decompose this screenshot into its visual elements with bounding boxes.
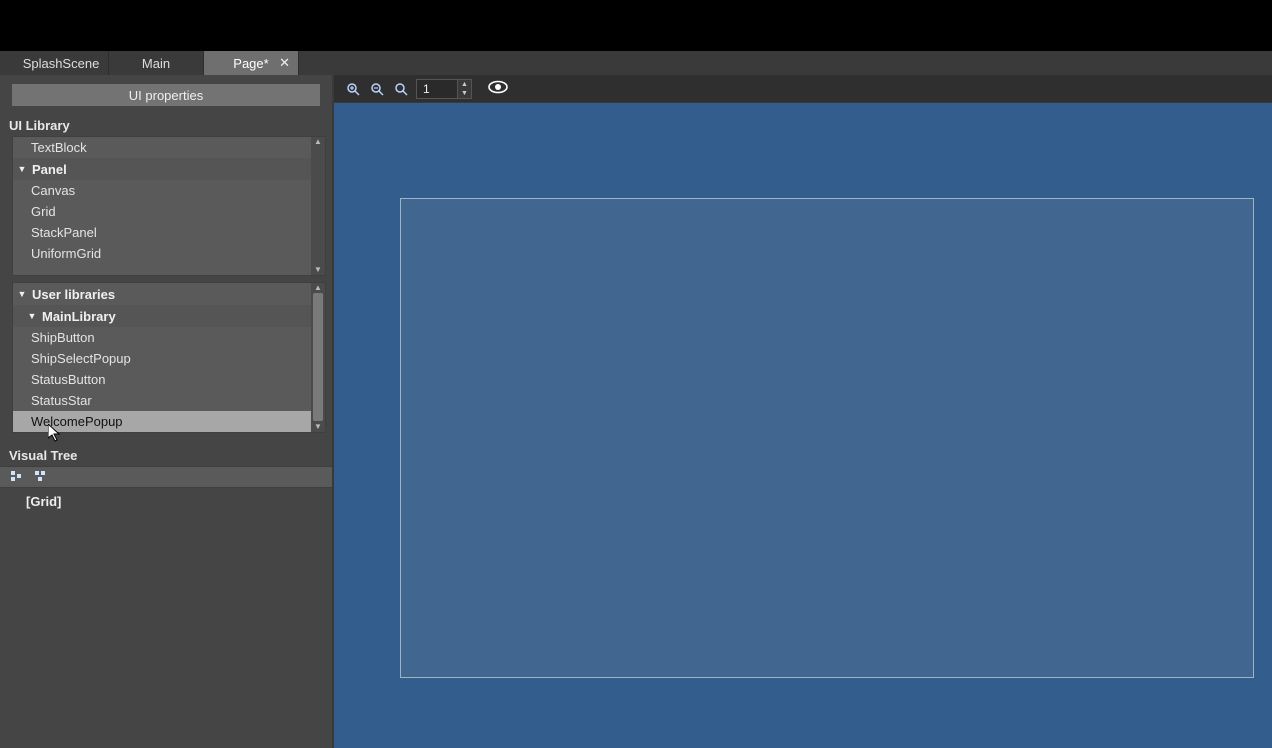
group-panel[interactable]: ▼ Panel xyxy=(13,158,311,180)
list-item-selected[interactable]: WelcomePopup xyxy=(13,411,311,432)
scroll-up-icon[interactable]: ▲ xyxy=(311,283,325,293)
group-label: Panel xyxy=(32,162,67,177)
design-viewport[interactable] xyxy=(334,103,1272,748)
ui-library-title: UI Library xyxy=(0,115,332,136)
list-item[interactable]: StatusButton xyxy=(13,369,311,390)
zoom-reset-icon[interactable] xyxy=(392,80,410,98)
list-item[interactable]: UniformGrid xyxy=(13,243,311,264)
visual-tree-toolbar xyxy=(0,466,332,488)
chevron-down-icon: ▼ xyxy=(17,289,27,299)
tab-page[interactable]: Page* ✕ xyxy=(204,51,299,75)
tab-label: Main xyxy=(142,56,170,71)
spin-up-icon[interactable]: ▲ xyxy=(457,80,471,89)
zoom-value[interactable]: 1 xyxy=(417,80,457,98)
zoom-in-icon[interactable] xyxy=(344,80,362,98)
group-label: User libraries xyxy=(32,287,115,302)
tree-expand-icon[interactable] xyxy=(34,470,46,485)
group-label: MainLibrary xyxy=(42,309,116,324)
group-user-libraries[interactable]: ▼ User libraries xyxy=(13,283,311,305)
tab-splashscene[interactable]: SplashScene xyxy=(14,51,109,75)
tab-label: SplashScene xyxy=(23,56,100,71)
document-tabstrip: SplashScene Main Page* ✕ xyxy=(0,51,1272,75)
list-item[interactable]: StatusStar xyxy=(13,390,311,411)
main-body: UI properties UI Library TextBlock ▼ Pan… xyxy=(0,75,1272,748)
scrollbar[interactable]: ▲ ▼ xyxy=(311,283,325,432)
list-item[interactable]: ShipSelectPopup xyxy=(13,348,311,369)
scroll-up-icon[interactable]: ▲ xyxy=(311,137,325,147)
list-item[interactable]: ShipButton xyxy=(13,327,311,348)
spin-down-icon[interactable]: ▼ xyxy=(457,89,471,98)
visual-tree-root-node[interactable]: [Grid] xyxy=(14,494,318,509)
list-item[interactable]: Canvas xyxy=(13,180,311,201)
zoom-out-icon[interactable] xyxy=(368,80,386,98)
visibility-toggle-icon[interactable] xyxy=(488,80,508,97)
visual-tree-title: Visual Tree xyxy=(0,445,332,466)
scroll-down-icon[interactable]: ▼ xyxy=(311,422,325,432)
scroll-down-icon[interactable]: ▼ xyxy=(311,265,325,275)
close-icon[interactable]: ✕ xyxy=(279,55,290,71)
artboard-grid[interactable] xyxy=(400,198,1254,678)
zoom-input[interactable]: 1 ▲ ▼ xyxy=(416,79,472,99)
window-chrome-spacer xyxy=(0,0,1272,51)
scrollbar[interactable]: ▲ ▼ xyxy=(311,137,325,275)
tab-label: Page* xyxy=(233,56,268,71)
list-item[interactable]: TextBlock xyxy=(13,137,311,158)
chevron-down-icon: ▼ xyxy=(27,311,37,321)
tree-collapse-icon[interactable] xyxy=(10,470,22,485)
ui-properties-button[interactable]: UI properties xyxy=(12,84,320,106)
canvas-area: 1 ▲ ▼ xyxy=(334,75,1272,748)
user-libraries-list[interactable]: ▼ User libraries ▼ MainLibrary ShipButto… xyxy=(12,282,326,433)
ui-library-list[interactable]: TextBlock ▼ Panel Canvas Grid StackPanel… xyxy=(12,136,326,276)
chevron-down-icon: ▼ xyxy=(17,164,27,174)
list-item[interactable]: Grid xyxy=(13,201,311,222)
side-panel: UI properties UI Library TextBlock ▼ Pan… xyxy=(0,75,334,748)
visual-tree-panel: [Grid] xyxy=(0,466,332,748)
scroll-thumb[interactable] xyxy=(313,293,323,421)
app-root: SplashScene Main Page* ✕ UI properties U… xyxy=(0,0,1272,748)
list-item[interactable]: StackPanel xyxy=(13,222,311,243)
canvas-toolbar: 1 ▲ ▼ xyxy=(334,75,1272,103)
ui-properties-label: UI properties xyxy=(129,88,203,103)
tab-main[interactable]: Main xyxy=(109,51,204,75)
group-main-library[interactable]: ▼ MainLibrary xyxy=(13,305,311,327)
